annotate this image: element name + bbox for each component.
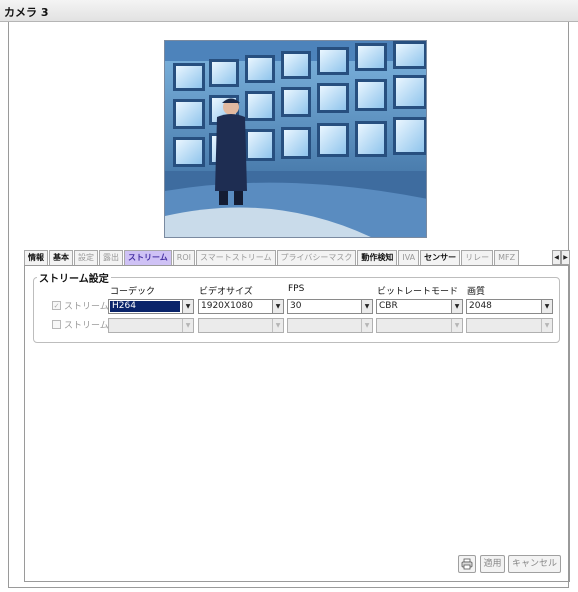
stream1-quality-value: 2048 — [469, 301, 492, 311]
tab-iva[interactable]: IVA — [398, 250, 420, 265]
chevron-down-icon: ▼ — [182, 319, 193, 332]
chevron-down-icon: ▼ — [361, 319, 372, 332]
column-header-quality: 画質 — [467, 287, 486, 297]
tab-smart-stream[interactable]: スマートストリーム — [195, 250, 276, 265]
chevron-down-icon[interactable]: ▼ — [541, 300, 552, 313]
chevron-down-icon[interactable]: ▼ — [182, 300, 193, 313]
column-header-bitrate-mode: ビットレートモード — [377, 287, 459, 297]
chevron-down-icon: ▼ — [451, 319, 462, 332]
tab-exposure[interactable]: 露出 — [99, 250, 123, 265]
stream1-fps-value: 30 — [290, 301, 302, 311]
tab-scroll-right-icon[interactable]: ▶ — [561, 250, 570, 265]
tab-info[interactable]: 情報 — [24, 250, 48, 265]
stream2-checkbox[interactable] — [52, 320, 61, 329]
stream1-bitrate-mode-select[interactable]: CBR ▼ — [376, 299, 463, 314]
apply-button[interactable]: 適用 — [480, 555, 505, 573]
camera-preview-image — [164, 40, 427, 238]
chevron-down-icon: ▼ — [541, 319, 552, 332]
tab-privacy-mask[interactable]: プライバシーマスク — [276, 250, 357, 265]
stream2-quality-select[interactable]: ▼ — [466, 318, 553, 333]
tab-basic[interactable]: 基本 — [49, 250, 73, 265]
tab-relay[interactable]: リレー — [461, 250, 494, 265]
stream2-fps-select[interactable]: ▼ — [287, 318, 373, 333]
stream2-row-label: ストリーム2 — [52, 318, 114, 331]
stream1-codec-select[interactable]: H264 ▼ — [108, 299, 194, 314]
cancel-button[interactable]: キャンセル — [508, 555, 561, 573]
chevron-down-icon[interactable]: ▼ — [272, 300, 283, 313]
stream2-bitrate-mode-select[interactable]: ▼ — [376, 318, 463, 333]
tab-sensor[interactable]: センサー — [420, 250, 461, 265]
stream1-fps-select[interactable]: 30 ▼ — [287, 299, 373, 314]
camera-preview-graphic — [165, 41, 426, 237]
stream2-label: ストリーム2 — [64, 321, 115, 331]
tab-stream[interactable]: ストリーム — [124, 250, 172, 265]
stream2-codec-select[interactable]: ▼ — [108, 318, 194, 333]
stream1-row-label: ✓ ストリーム1 — [52, 299, 114, 312]
stream1-quality-select[interactable]: 2048 ▼ — [466, 299, 553, 314]
column-header-fps: FPS — [288, 284, 305, 294]
stream1-codec-value: H264 — [110, 301, 180, 312]
settings-tab-bar: 情報 基本 設定 露出 ストリーム ROI スマートストリーム プライバシーマス… — [24, 250, 570, 266]
chevron-down-icon[interactable]: ▼ — [361, 300, 372, 313]
stream1-checkbox[interactable]: ✓ — [52, 301, 61, 310]
stream2-video-size-select[interactable]: ▼ — [198, 318, 284, 333]
print-button[interactable] — [458, 555, 476, 573]
column-header-video-size: ビデオサイズ — [199, 287, 253, 297]
stream-settings-title: ストリーム設定 — [37, 270, 111, 285]
tab-settings[interactable]: 設定 — [74, 250, 98, 265]
stream1-bitrate-mode-value: CBR — [379, 301, 398, 311]
chevron-down-icon: ▼ — [272, 319, 283, 332]
window-title: カメラ 3 — [4, 6, 49, 19]
stream1-label: ストリーム1 — [64, 302, 115, 312]
stream1-video-size-value: 1920X1080 — [201, 301, 253, 311]
column-header-codec: コーデック — [110, 287, 156, 297]
tab-scroll-left-icon[interactable]: ◀ — [552, 250, 561, 265]
printer-icon — [461, 558, 473, 570]
tab-motion-detection[interactable]: 動作検知 — [357, 250, 398, 265]
tab-mfz[interactable]: MFZ — [494, 250, 520, 265]
stream1-video-size-select[interactable]: 1920X1080 ▼ — [198, 299, 284, 314]
tab-scroll-buttons: ◀ ▶ — [552, 250, 570, 265]
chevron-down-icon[interactable]: ▼ — [451, 300, 462, 313]
window-title-bar: カメラ 3 — [0, 0, 578, 22]
tab-roi[interactable]: ROI — [172, 250, 195, 265]
